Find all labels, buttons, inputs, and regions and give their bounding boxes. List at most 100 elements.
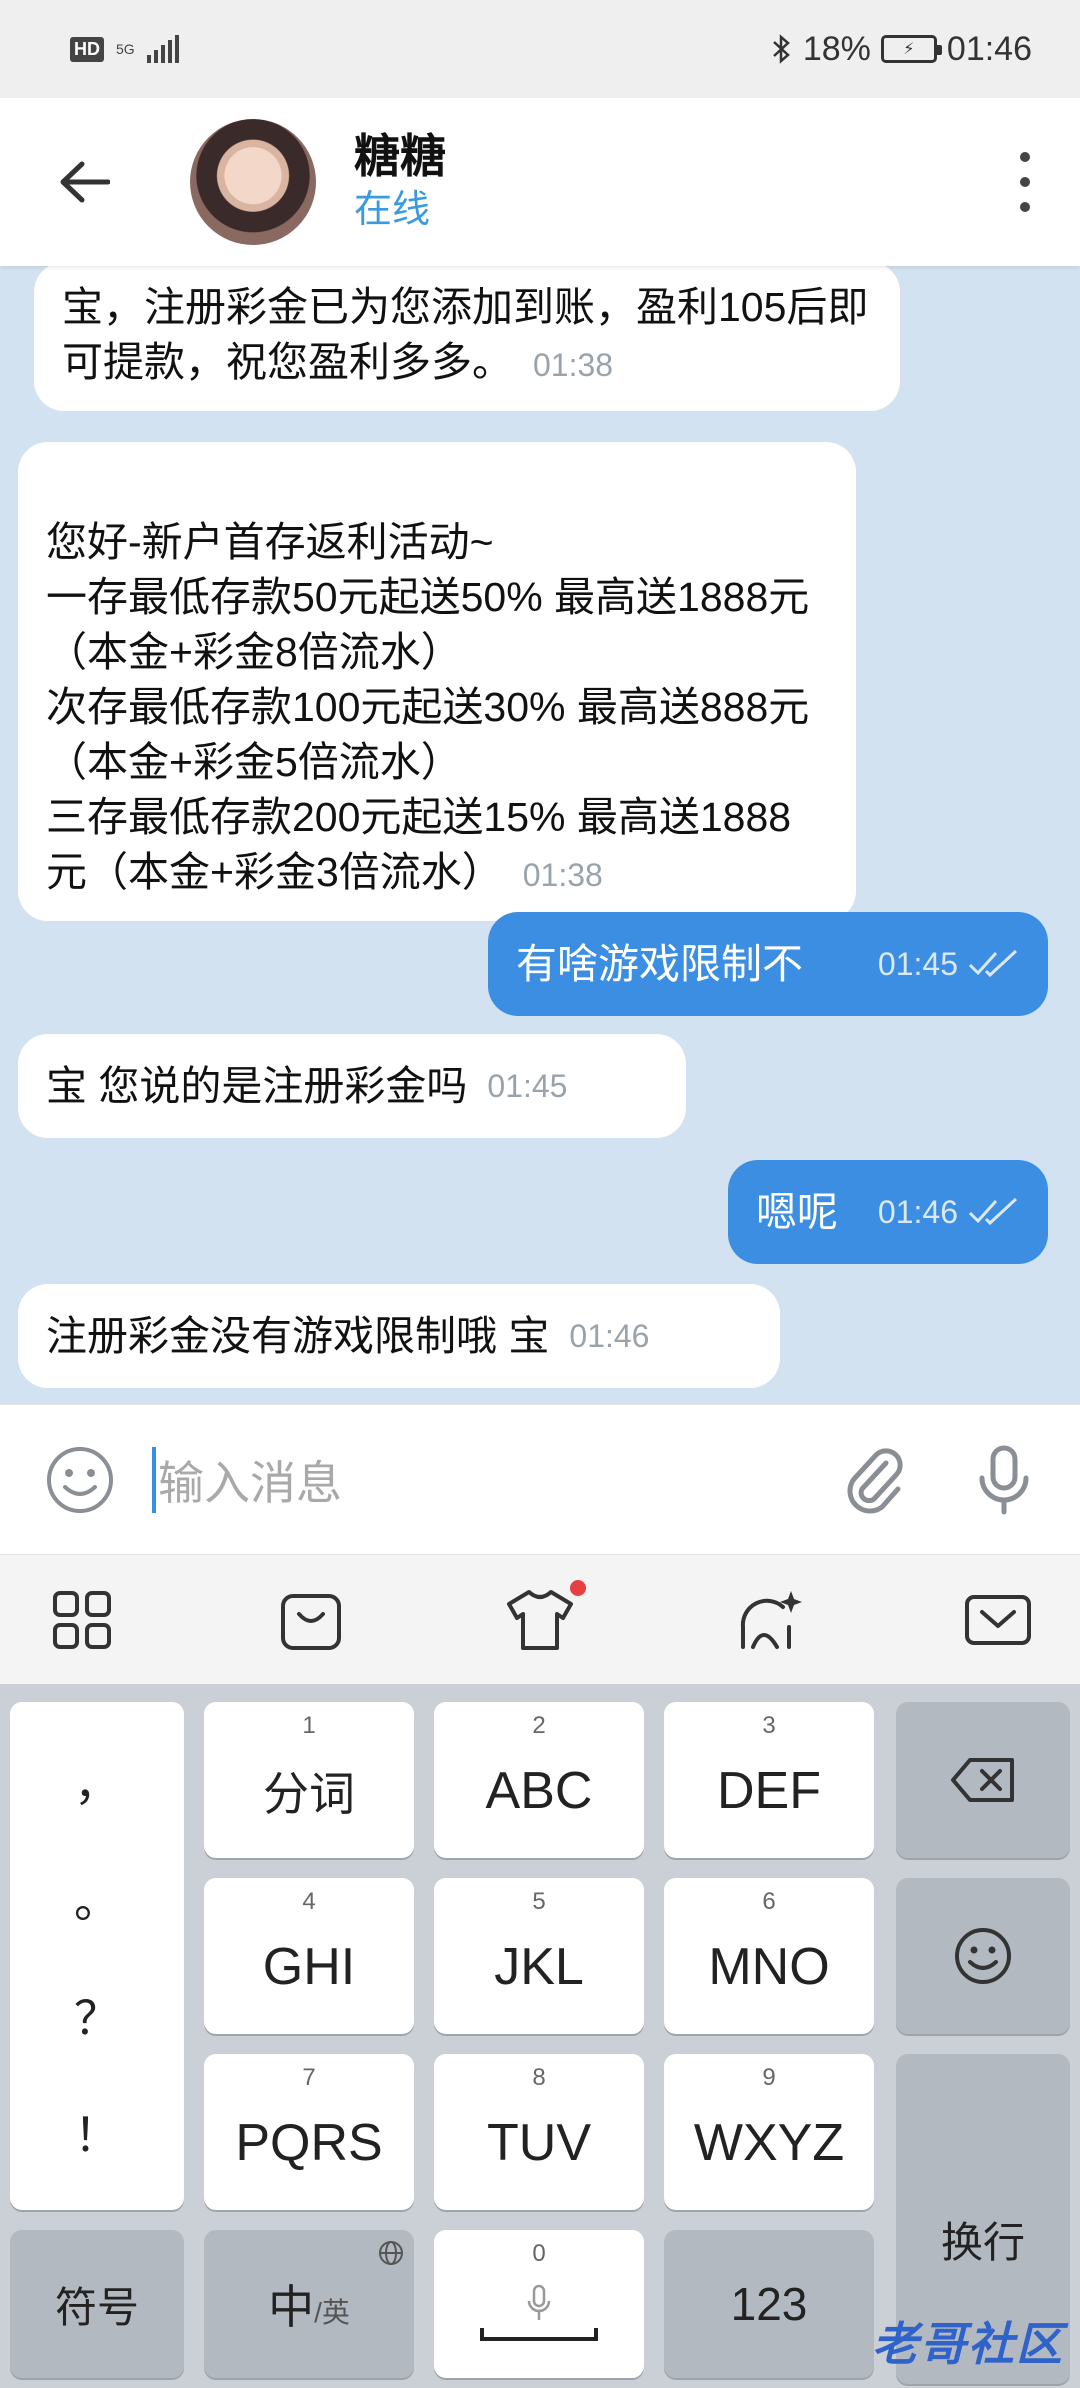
key-label: JKL <box>494 1938 584 1996</box>
key-label: WXYZ <box>693 2114 845 2172</box>
message-bubble[interactable]: 注册彩金没有游戏限制哦 宝 01:46 <box>18 1284 780 1388</box>
ai-assistant-button[interactable] <box>729 1580 809 1660</box>
dot-icon <box>1020 202 1030 212</box>
back-button[interactable] <box>34 132 134 232</box>
sparkle-face-icon <box>740 1590 802 1649</box>
message-bubble[interactable]: 宝 您说的是注册彩金吗 01:45 <box>18 1034 686 1138</box>
key-5[interactable]: 5 JKL <box>434 1878 644 2034</box>
key-number: 2 <box>532 1712 546 1739</box>
key-period[interactable]: 。 <box>74 1865 120 1931</box>
clipboard-button[interactable] <box>271 1580 351 1660</box>
key-comma[interactable]: ， <box>74 1748 120 1814</box>
dot-icon <box>1020 152 1030 162</box>
battery-icon: ⚡ <box>880 35 942 63</box>
punctuation-column[interactable]: ， 。 ？ ！ <box>10 1702 184 2210</box>
message-input-placeholder: 输入消息 <box>158 1456 342 1509</box>
hide-keyboard-button[interactable] <box>958 1580 1038 1660</box>
more-options-button[interactable] <box>1010 152 1040 212</box>
chevron-down-icon <box>965 1594 1031 1645</box>
key-question[interactable]: ？ <box>74 1982 120 2048</box>
signal-icon <box>146 35 179 63</box>
key-number: 5 <box>532 1888 546 1915</box>
key-label: PQRS <box>235 2114 383 2172</box>
key-6[interactable]: 6 MNO <box>664 1878 874 2034</box>
key-number: 6 <box>762 1888 776 1915</box>
keyboard-toolbar <box>0 1554 1080 1684</box>
message-text: 有啥游戏限制不 <box>516 940 803 987</box>
shopping-bag-icon <box>281 1593 341 1650</box>
key-number: 4 <box>302 1888 316 1915</box>
numbers-key[interactable]: 123 <box>664 2230 874 2378</box>
apps-grid-button[interactable] <box>42 1580 122 1660</box>
symbols-key[interactable]: 符号 <box>10 2230 184 2378</box>
double-check-icon <box>968 1197 1018 1226</box>
hd-indicator: HD <box>70 36 104 62</box>
key-1[interactable]: 1 分词 <box>204 1702 414 1858</box>
message-text: 您好-新户首存返利活动~ 一存最低存款50元起送50% 最高送1888元（本金+… <box>46 519 810 895</box>
globe-icon <box>379 2241 403 2265</box>
bluetooth-icon <box>772 34 790 64</box>
message-time: 01:45 <box>487 1067 568 1104</box>
contact-status: 在线 <box>354 189 431 231</box>
key-2[interactable]: 2 ABC <box>434 1702 644 1858</box>
chat-header: 糖糖 在线 <box>0 98 1080 266</box>
numbers-key-label: 123 <box>730 2278 808 2330</box>
smiley-icon <box>47 1446 113 1513</box>
message-text: 注册彩金没有游戏限制哦 宝 <box>46 1312 550 1359</box>
key-label: ABC <box>485 1762 593 1820</box>
key-number: 7 <box>302 2064 316 2091</box>
language-switch-key[interactable]: 中/英 <box>204 2230 414 2378</box>
emoji-key[interactable] <box>896 1878 1070 2034</box>
watermark: 老哥社区 <box>872 2318 1064 2370</box>
key-exclamation[interactable]: ！ <box>74 2099 120 2165</box>
message-time: 01:46 <box>877 1193 958 1230</box>
smiley-icon <box>955 1928 1011 1984</box>
network-type: 5G <box>116 41 135 57</box>
lang-main-label: 中 <box>268 2281 315 2333</box>
space-bar-icon <box>480 2328 598 2341</box>
key-number: 3 <box>762 1712 776 1739</box>
key-3[interactable]: 3 DEF <box>664 1702 874 1858</box>
battery-percent: 18% <box>802 29 871 68</box>
message-bubble[interactable]: 您好-新户首存返利活动~ 一存最低存款50元起送50% 最高送1888元（本金+… <box>18 442 856 921</box>
message-time: 01:38 <box>522 857 603 893</box>
space-key-number: 0 <box>532 2240 546 2267</box>
emoji-button[interactable] <box>40 1440 120 1520</box>
tshirt-icon <box>507 1589 573 1650</box>
key-9[interactable]: 9 WXYZ <box>664 2054 874 2210</box>
message-input-bar: 输入消息 <box>0 1404 1080 1554</box>
space-key[interactable]: 0 <box>434 2230 644 2378</box>
lang-sub-label: /英 <box>314 2297 350 2328</box>
message-text: 宝 您说的是注册彩金吗 <box>46 1062 468 1109</box>
dot-icon <box>1020 177 1030 187</box>
double-check-icon <box>968 949 1018 978</box>
microphone-icon <box>979 1445 1029 1514</box>
message-bubble[interactable]: 有啥游戏限制不 01:45 <box>488 912 1048 1016</box>
grid-icon <box>53 1590 111 1649</box>
message-bubble[interactable]: 宝，注册彩金已为您添加到账，盈利105后即可提款，祝您盈利多多。 01:38 <box>34 266 900 411</box>
message-time: 01:38 <box>533 347 614 383</box>
message-input[interactable]: 输入消息 <box>152 1440 834 1520</box>
skin-button[interactable] <box>500 1579 586 1660</box>
text-cursor <box>152 1446 156 1513</box>
arrow-left-icon <box>60 161 110 203</box>
key-7[interactable]: 7 PQRS <box>204 2054 414 2210</box>
contact-name: 糖糖 <box>354 130 446 182</box>
message-text: 嗯呢 <box>756 1188 838 1235</box>
avatar[interactable] <box>190 119 316 245</box>
key-8[interactable]: 8 TUV <box>434 2054 644 2210</box>
clock: 01:46 <box>946 29 1032 68</box>
key-label: 分词 <box>263 1768 355 1820</box>
message-bubble[interactable]: 嗯呢 01:46 <box>728 1160 1048 1264</box>
message-list[interactable]: 宝，注册彩金已为您添加到账，盈利105后即可提款，祝您盈利多多。 01:38 您好… <box>0 266 1080 1404</box>
microphone-icon <box>527 2284 551 2320</box>
symbols-key-label: 符号 <box>54 2283 139 2331</box>
keyboard: ， 。 ？ ！ 1 分词 2 ABC 3 DEF 4 GHI 5 JKL 6 MNO 7 PQ… <box>0 1684 1080 2388</box>
voice-button[interactable] <box>964 1440 1044 1520</box>
key-4[interactable]: 4 GHI <box>204 1878 414 2034</box>
contact-info[interactable]: 糖糖 在线 <box>354 128 446 236</box>
attach-button[interactable] <box>834 1440 914 1520</box>
key-number: 8 <box>532 2064 546 2091</box>
backspace-key[interactable] <box>896 1702 1070 1858</box>
backspace-icon <box>951 1758 1014 1802</box>
